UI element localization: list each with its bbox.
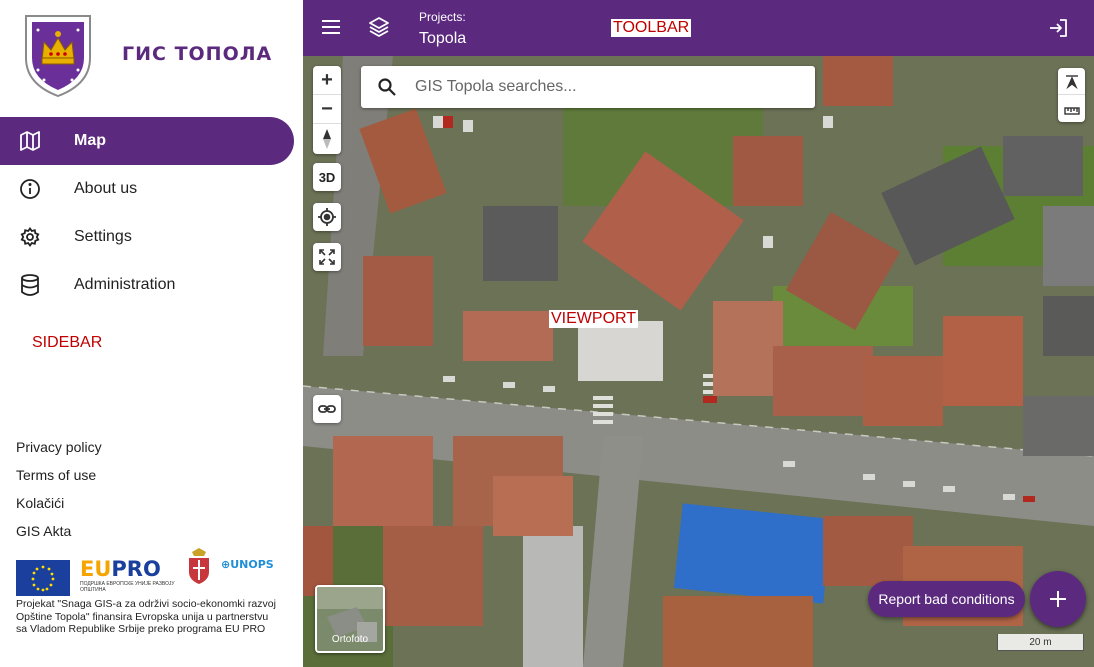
partner-logos: EUPRO ПОДРШКА ЕВРОПСКЕ УНИЈЕ РАЗВОЈУ ОПШ…: [16, 546, 288, 596]
projects-label: Projects:: [419, 10, 466, 24]
fullscreen-button[interactable]: [313, 243, 341, 271]
toggle-3d-button[interactable]: 3D: [313, 163, 341, 191]
zoom-out-button[interactable]: −: [313, 95, 341, 124]
search-input[interactable]: [415, 75, 795, 99]
topola-crest-logo: [25, 15, 91, 98]
map-tools: [1058, 68, 1085, 122]
search-icon: [378, 78, 396, 96]
compass-icon: [323, 128, 331, 149]
cookies-link[interactable]: Kolačići: [16, 494, 102, 522]
terms-of-use-link[interactable]: Terms of use: [16, 466, 102, 494]
serbia-crest-logo: [189, 548, 209, 584]
database-icon: [21, 274, 39, 296]
sidebar-item-label: Map: [74, 132, 106, 149]
add-fab-button[interactable]: [1030, 571, 1086, 627]
login-icon[interactable]: [1047, 17, 1069, 39]
search-bar: [361, 66, 815, 108]
navigation-mode-button[interactable]: [1058, 68, 1085, 95]
sidebar-item-settings[interactable]: Settings: [0, 213, 294, 261]
fullscreen-icon: [319, 249, 335, 265]
plus-icon: [1050, 591, 1066, 607]
measure-button[interactable]: [1058, 95, 1085, 122]
privacy-policy-link[interactable]: Privacy policy: [16, 438, 102, 466]
map-icon: [20, 131, 40, 151]
zoom-in-button[interactable]: +: [313, 66, 341, 95]
basemap-label: Ortofoto: [331, 634, 369, 645]
toolbar: Projects: Topola TOOLBAR: [303, 0, 1094, 56]
sidebar-item-label: Administration: [74, 276, 176, 293]
brand-title: ГИС ТОПОЛА: [122, 43, 273, 65]
layers-icon[interactable]: [367, 15, 391, 39]
sidebar-item-label: Settings: [74, 228, 132, 245]
sidebar-item-about[interactable]: About us: [0, 165, 294, 213]
info-icon: [20, 179, 40, 199]
zoom-controls: + −: [313, 66, 341, 154]
logo-row: ГИС ТОПОЛА: [0, 0, 303, 110]
project-funding-text: Projekat "Snaga GIS-a za održivi socio-e…: [16, 598, 276, 635]
report-bad-conditions-button[interactable]: Report bad conditions: [868, 581, 1025, 617]
sidebar-annotation: SIDEBAR: [32, 334, 103, 351]
locate-button[interactable]: [313, 203, 341, 231]
sidebar-item-label: About us: [74, 180, 138, 197]
viewport-annotation: VIEWPORT: [549, 310, 639, 328]
map-viewport[interactable]: VIEWPORT + − 3D GIS Topola searches... O…: [303, 56, 1094, 667]
eu-flag-logo: [16, 560, 70, 596]
footer-links: Privacy policy Terms of use Kolačići GIS…: [16, 438, 102, 550]
hamburger-menu-icon[interactable]: [320, 16, 342, 38]
compass-button[interactable]: [313, 124, 341, 153]
eupro-subtitle: ПОДРШКА ЕВРОПСКЕ УНИЈЕ РАЗВОЈУ ОПШТИНА: [80, 581, 175, 593]
sidebar: ГИС ТОПОЛА Map About us Settings Adminis…: [0, 0, 303, 667]
project-name[interactable]: Topola: [419, 30, 466, 48]
ruler-icon: [1063, 106, 1080, 115]
app-root: ГИС ТОПОЛА Map About us Settings Adminis…: [0, 0, 1094, 667]
share-link-button[interactable]: [313, 395, 341, 423]
basemap-switcher[interactable]: Ortofoto: [315, 585, 385, 653]
sidebar-item-map[interactable]: Map: [0, 117, 294, 165]
toolbar-annotation: TOOLBAR: [611, 19, 692, 37]
sidebar-item-administration[interactable]: Administration: [0, 261, 294, 309]
scale-bar: 20 m: [997, 634, 1084, 651]
locate-icon: [318, 208, 336, 226]
unops-logo: ⊕UNOPS: [221, 558, 274, 571]
navigation-icon: [1065, 75, 1078, 89]
sidebar-nav: Map About us Settings Administration: [0, 117, 303, 309]
aerial-map[interactable]: [303, 56, 1094, 667]
link-icon: [318, 405, 336, 413]
eupro-logo: EUPRO: [80, 557, 161, 581]
gear-icon: [20, 226, 40, 248]
